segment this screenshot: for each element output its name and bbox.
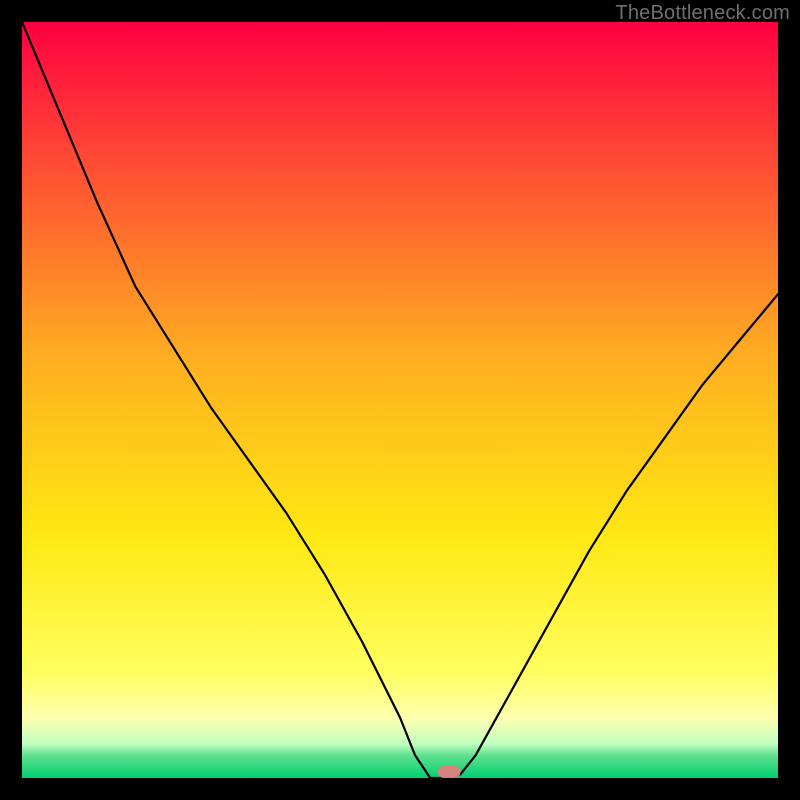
chart-svg xyxy=(22,22,778,778)
chart-container: TheBottleneck.com xyxy=(0,0,800,800)
gradient-background xyxy=(22,22,778,778)
optimal-marker xyxy=(438,766,461,778)
plot-area xyxy=(22,22,778,778)
